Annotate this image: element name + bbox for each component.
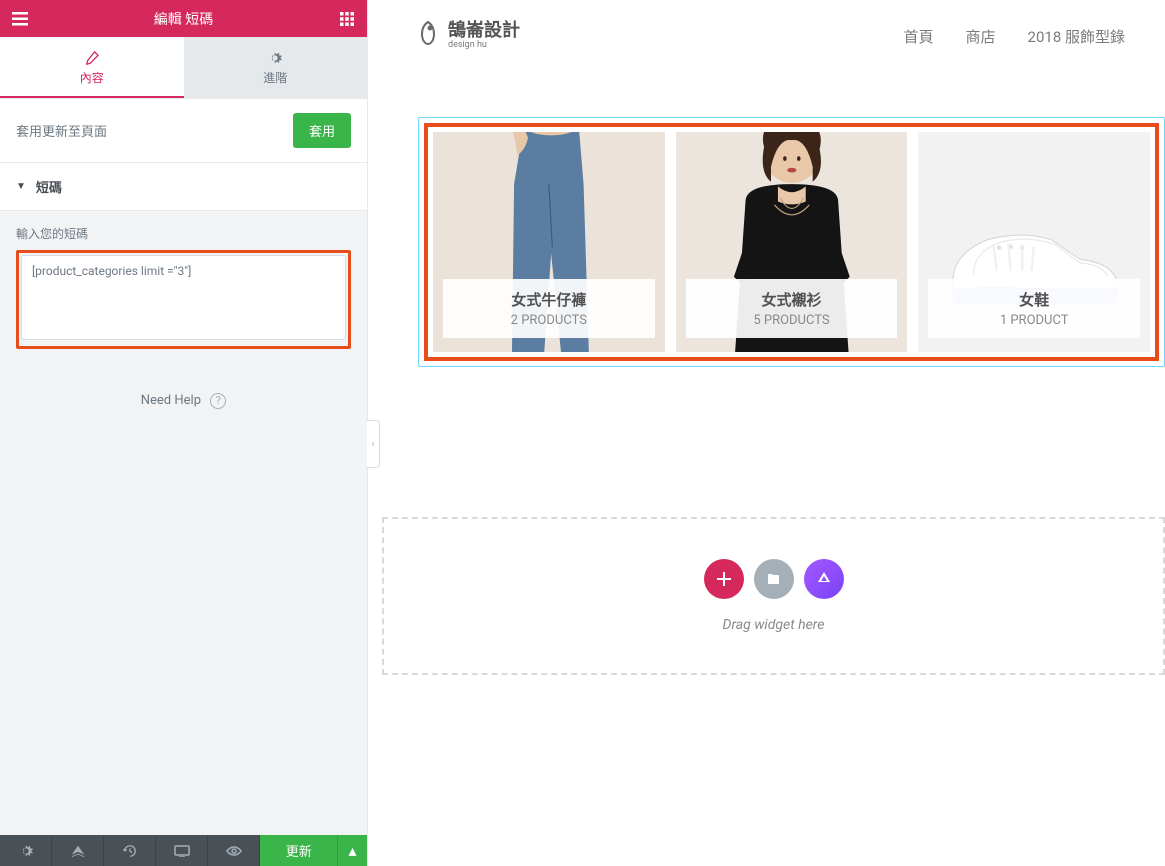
update-button[interactable]: 更新	[260, 835, 337, 866]
responsive-icon[interactable]	[156, 835, 208, 866]
section-title: 短碼	[36, 177, 62, 196]
sidebar-footer: 更新 ▴	[0, 835, 367, 866]
history-icon[interactable]	[104, 835, 156, 866]
need-help[interactable]: Need Help ?	[0, 363, 367, 439]
editor-tabs: 內容 進階	[0, 37, 367, 99]
shortcode-label: 輸入您的短碼	[16, 225, 351, 242]
update-options-button[interactable]: ▴	[337, 835, 367, 866]
logo-subtitle: design hu	[448, 40, 520, 50]
product-label: 女式牛仔褲 2 PRODUCTS	[443, 279, 655, 338]
nav-shop[interactable]: 商店	[966, 26, 996, 47]
canvas: 鵠崙設計 design hu 首頁 商店 2018 服飾型錄	[368, 0, 1165, 866]
chevron-down-icon: ▼	[16, 181, 26, 192]
nav-catalog[interactable]: 2018 服飾型錄	[1028, 26, 1125, 47]
collapse-sidebar-handle[interactable]: ‹	[367, 420, 380, 468]
editor-sidebar: 編輯 短碼 內容 進階 套用更新至頁面 套用 ▼ 短碼	[0, 0, 368, 866]
main-nav: 首頁 商店 2018 服飾型錄	[904, 26, 1125, 47]
shortcode-widget-section[interactable]: 女式牛仔褲 2 PRODUCTS	[418, 117, 1165, 367]
apply-bar: 套用更新至頁面 套用	[0, 99, 367, 163]
tab-advanced-label: 進階	[263, 71, 287, 85]
apply-label: 套用更新至頁面	[16, 121, 107, 140]
help-icon: ?	[210, 393, 226, 409]
shortcode-field-group: 輸入您的短碼	[0, 211, 367, 363]
section-shortcode-header[interactable]: ▼ 短碼	[0, 163, 367, 211]
site-logo[interactable]: 鵠崙設計 design hu	[416, 20, 520, 52]
product-title: 女式襯衫	[686, 289, 898, 310]
need-help-label: Need Help	[141, 393, 201, 408]
nav-home[interactable]: 首頁	[904, 26, 934, 47]
apply-button[interactable]: 套用	[293, 113, 351, 148]
product-category-card[interactable]: 女式襯衫 5 PRODUCTS	[676, 132, 908, 352]
product-categories-row: 女式牛仔褲 2 PRODUCTS	[433, 132, 1150, 352]
drag-action-buttons	[384, 559, 1163, 599]
preview-icon[interactable]	[208, 835, 260, 866]
product-label: 女鞋 1 PRODUCT	[928, 279, 1140, 338]
settings-icon[interactable]	[0, 835, 52, 866]
annotation-highlight	[16, 250, 351, 349]
sidebar-header: 編輯 短碼	[0, 0, 367, 37]
product-title: 女鞋	[928, 289, 1140, 310]
menu-icon[interactable]	[10, 9, 30, 29]
navigator-icon[interactable]	[52, 835, 104, 866]
product-category-card[interactable]: 女鞋 1 PRODUCT	[918, 132, 1150, 352]
product-count: 2 PRODUCTS	[443, 313, 655, 328]
annotation-highlight-section: 女式牛仔褲 2 PRODUCTS	[424, 123, 1159, 361]
template-library-button[interactable]	[754, 559, 794, 599]
add-section-button[interactable]	[704, 559, 744, 599]
logo-text: 鵠崙設計	[448, 22, 520, 40]
site-header: 鵠崙設計 design hu 首頁 商店 2018 服飾型錄	[368, 0, 1165, 72]
shortcode-input[interactable]	[21, 255, 346, 340]
product-count: 1 PRODUCT	[928, 313, 1140, 328]
tab-content-label: 內容	[80, 71, 104, 85]
product-title: 女式牛仔褲	[443, 289, 655, 310]
widgets-icon[interactable]	[337, 9, 357, 29]
tab-advanced[interactable]: 進階	[184, 37, 368, 98]
drag-widget-text: Drag widget here	[384, 617, 1163, 633]
sidebar-title: 編輯 短碼	[154, 9, 213, 29]
product-count: 5 PRODUCTS	[686, 313, 898, 328]
envato-button[interactable]	[804, 559, 844, 599]
tab-content[interactable]: 內容	[0, 37, 184, 98]
drag-widget-area[interactable]: Drag widget here	[382, 517, 1165, 675]
product-category-card[interactable]: 女式牛仔褲 2 PRODUCTS	[433, 132, 665, 352]
product-label: 女式襯衫 5 PRODUCTS	[686, 279, 898, 338]
